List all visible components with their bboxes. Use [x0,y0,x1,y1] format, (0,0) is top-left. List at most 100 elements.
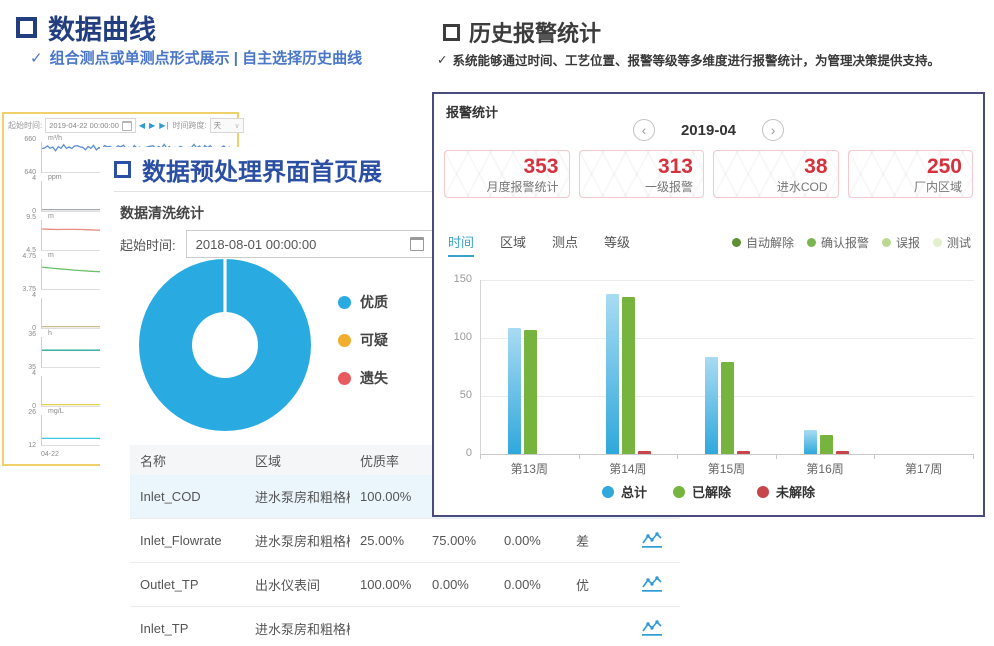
prev-month-button[interactable]: ‹ [633,119,655,141]
header-name: 名称 [130,451,245,470]
prev-step-icon[interactable]: ◀ [139,121,146,130]
check-icon: ✓ [30,49,43,67]
legend-label: 误报 [896,234,920,251]
stat-value: 313 [590,154,694,179]
gridline [481,280,974,281]
dimension-tabs: 时间 区域 测点 等级 [448,232,630,257]
preprocess-title: 数据预处理界面首页展 [114,152,382,187]
bar-未解除 [836,451,849,454]
cell-area: 出水仪表间 [245,575,350,594]
axis-tick [677,454,678,459]
bar-已解除 [622,297,635,454]
chevron-down-icon: ∨ [235,122,240,130]
legend-label: 可疑 [360,330,388,350]
start-time-input[interactable]: 2019-04-22 00:00:00 [45,118,136,133]
cell-name: Inlet_Flowrate [130,533,245,548]
cell-area: 进水泵房和粗格栅 [245,487,350,506]
legend-item[interactable]: 可疑 [338,333,388,347]
legend-item[interactable]: 测试 [933,234,971,251]
trend-chart-button[interactable] [624,532,680,549]
bar-category-label: 第17周 [874,460,973,477]
trend-chart-button[interactable] [624,576,680,593]
stat-label: 进水COD [724,179,828,195]
next-month-button[interactable]: › [762,119,784,141]
time-span-select[interactable]: 天 ∨ [210,118,244,133]
axis-tick [874,454,875,459]
section-title-text: 数据曲线 [48,8,156,47]
section-bullet-icon [16,17,37,38]
legend-item[interactable]: 已解除 [673,482,731,501]
weekly-bar-chart [480,280,974,455]
axis-tick [776,454,777,459]
y-max-label: 4 [8,370,36,377]
legend-item[interactable]: 误报 [882,234,920,251]
bar-总计 [804,430,817,454]
tab-level[interactable]: 等级 [604,232,630,257]
bar-category-label: 第15周 [677,460,776,477]
legend-label: 未解除 [776,482,815,501]
unit-label: m³/h [48,135,62,142]
y-tick-label: 0 [442,447,472,459]
y-max-label: 9.5 [8,214,36,221]
tab-point[interactable]: 测点 [552,232,578,257]
table-row[interactable]: Outlet_TP出水仪表间100.00%0.00%0.00%优 [130,563,680,607]
legend-dot [757,486,769,498]
bar-未解除 [737,451,750,454]
legend-dot [338,372,351,385]
legend-label: 自动解除 [746,234,794,251]
y-max-label: 4 [8,292,36,299]
cell-name: Inlet_TP [130,621,245,636]
legend-item[interactable]: 遗失 [338,371,388,385]
bar-category-label: 第14周 [579,460,678,477]
check-icon: ✓ [437,52,447,67]
next-step-icon[interactable]: ▶ [149,121,156,130]
calendar-icon[interactable] [410,237,424,251]
y-max-label: 26 [8,409,36,416]
time-span-label: 时间跨度: [172,120,206,131]
legend-label: 总计 [621,482,647,501]
table-row[interactable]: Inlet_TP进水泵房和粗格栅 [130,607,680,646]
tagline-text: 系统能够通过时间、工艺位置、报警等级等多维度进行报警统计，为管理决策提供支持。 [452,50,940,69]
unit-label: ppm [48,174,62,181]
preprocess-title-text: 数据预处理界面首页展 [142,152,382,187]
axis-tick [480,454,481,459]
cell-area: 进水泵房和粗格栅 [245,531,350,550]
last-step-icon[interactable]: ▶| [159,121,169,130]
legend-item[interactable]: 自动解除 [732,234,794,251]
legend-label: 已解除 [692,482,731,501]
tab-area[interactable]: 区域 [500,232,526,257]
curve-toolbar: 起始时间: 2019-04-22 00:00:00 ◀ ▶ ▶| 时间跨度: 天… [8,117,235,134]
tab-time[interactable]: 时间 [448,232,474,257]
legend-item[interactable]: 未解除 [757,482,815,501]
axis-tick [579,454,580,459]
alarm-stats-panel: 报警统计 ‹ 2019-04 › 353 月度报警统计 313 一级报警 38 … [432,92,985,517]
screenshot-stage: 数据曲线 ✓ 组合测点或单测点形式展示 | 自主选择历史曲线 历史报警统计 ✓ … [0,0,994,646]
gridline [481,338,974,339]
legend-dot [732,238,741,247]
trend-chart-button[interactable] [624,620,680,637]
section-bullet-icon [443,24,460,41]
section-bullet-icon [114,161,131,178]
legend-item[interactable]: 优质 [338,295,388,309]
stat-cards: 353 月度报警统计 313 一级报警 38 进水COD 250 厂内区域 [444,150,973,198]
stat-card: 313 一级报警 [579,150,705,198]
bar-总计 [606,294,619,454]
legend-label: 优质 [360,292,388,312]
clean-stats-subtitle: 数据清洗统计 [120,203,204,223]
cell-name: Outlet_TP [130,577,245,592]
donut-chart [130,250,320,440]
bar-总计 [705,357,718,454]
current-month: 2019-04 [681,122,736,139]
x-axis-label: 04-22 [41,451,59,458]
table-row[interactable]: Inlet_Flowrate进水泵房和粗格栅25.00%75.00%0.00%差 [130,519,680,563]
legend-item[interactable]: 确认报警 [807,234,869,251]
start-time-value: 2019-04-22 00:00:00 [49,121,119,130]
calendar-icon[interactable] [122,121,132,131]
header-quality-rate: 优质率 [350,451,422,470]
cell-grade: 优 [566,575,624,594]
legend-dot [338,334,351,347]
legend-dot [338,296,351,309]
cell-missing-rate: 0.00% [494,577,566,592]
legend-item[interactable]: 总计 [602,482,647,501]
time-span-value: 天 [214,120,222,131]
